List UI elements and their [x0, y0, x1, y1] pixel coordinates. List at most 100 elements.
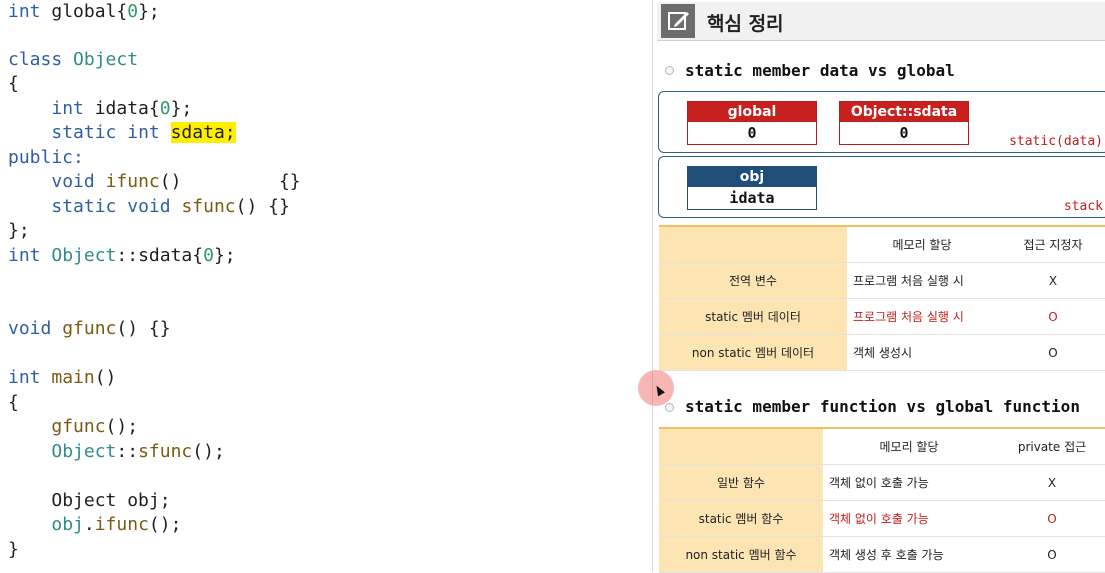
code-line-7: public:	[8, 146, 84, 170]
variable-value: 0	[899, 124, 909, 142]
number-literal: 0	[203, 245, 214, 266]
code-line-11: int Object::sdata{0};	[8, 244, 236, 268]
table-cell: 프로그램 처음 실행 시	[847, 262, 997, 299]
table-cell: static 멤버 함수	[659, 500, 823, 537]
code-text: };	[213, 245, 236, 266]
keyword: int	[8, 245, 41, 266]
code-text: ();	[105, 416, 139, 437]
function-name: gfunc	[51, 416, 106, 437]
table-cell: 객체 생성시	[847, 334, 997, 371]
highlighted-text: sdata;	[170, 122, 236, 143]
table-row: 전역 변수 프로그램 처음 실행 시 X	[659, 262, 1105, 299]
number-literal: 0	[127, 1, 139, 22]
static-memory-box: global 0 Object::sdata 0 static(data)	[658, 91, 1105, 153]
table-header-cell: 메모리 할당	[823, 427, 995, 465]
notes-header: 핵심 정리	[657, 2, 1105, 41]
code-text: () {}	[116, 318, 171, 339]
section-title-data: static member data vs global	[685, 61, 955, 80]
function-name: sfunc	[181, 196, 236, 217]
keyword: class	[8, 49, 63, 70]
stack-area-label: stack	[1063, 199, 1103, 214]
table-row: static 멤버 함수 객체 없이 호출 가능 O	[659, 500, 1105, 537]
code-text: Object obj;	[51, 490, 171, 511]
code-line-9: static void sfunc() {}	[8, 195, 290, 219]
table-row: non static 멤버 함수 객체 생성 후 호출 가능 O	[659, 536, 1105, 573]
function-comparison-table: 메모리 할당 private 접근 일반 함수 객체 없이 호출 가능 X st…	[659, 427, 1105, 573]
table-cell: O	[995, 536, 1105, 573]
code-text: };	[8, 220, 30, 241]
table-cell: non static 멤버 함수	[659, 536, 823, 573]
code-text: global{	[40, 1, 128, 22]
bullet-icon	[665, 403, 674, 412]
function-name: sfunc	[138, 441, 193, 462]
code-line-22: obj.ifunc();	[8, 513, 181, 537]
variable-value: 0	[747, 124, 757, 142]
code-text: () {}	[235, 196, 290, 217]
type-name: Object	[51, 245, 117, 266]
table-cell	[659, 427, 823, 465]
keyword: int	[51, 98, 84, 119]
code-line-19: Object::sfunc();	[8, 440, 225, 464]
code-line-4: {	[8, 72, 19, 96]
table-row: 일반 함수 객체 없이 호출 가능 X	[659, 464, 1105, 501]
table-cell: static 멤버 데이터	[659, 298, 847, 335]
variable-name: global	[688, 102, 816, 122]
notes-panel: 핵심 정리 static member data vs global globa…	[652, 0, 1105, 573]
code-line-1: int global{0};	[8, 0, 160, 24]
table-header-row: 메모리 할당 접근 지정자	[659, 225, 1105, 263]
data-comparison-table: 메모리 할당 접근 지정자 전역 변수 프로그램 처음 실행 시 X stati…	[659, 225, 1105, 371]
function-name: gfunc	[62, 318, 117, 339]
stack-memory-box: obj idata stack	[658, 156, 1105, 218]
section-title-function: static member function vs global functio…	[685, 397, 1080, 416]
keyword: public:	[8, 147, 84, 168]
code-text: () {}	[159, 171, 301, 192]
keyword: static	[51, 196, 117, 217]
keyword: static	[51, 122, 117, 143]
type-name: Object	[73, 49, 139, 70]
obj-variable-box: obj idata	[687, 166, 817, 210]
static-area-label: static(data)	[1009, 134, 1103, 149]
variable-value: idata	[729, 189, 775, 207]
table-row: static 멤버 데이터 프로그램 처음 실행 시 O	[659, 298, 1105, 335]
code-line-23: }	[8, 538, 19, 562]
function-name: ifunc	[105, 171, 160, 192]
code-text: }	[8, 539, 19, 560]
keyword: void	[51, 171, 95, 192]
type-name: Object	[51, 441, 117, 462]
code-line-21: Object obj;	[8, 489, 171, 513]
table-cell: 일반 함수	[659, 464, 823, 501]
sdata-variable-box: Object::sdata 0	[839, 101, 969, 145]
code-editor[interactable]: int global{0}; class Object { int idata{…	[0, 0, 640, 572]
code-text: ();	[192, 441, 225, 462]
bullet-icon	[665, 66, 674, 75]
code-text: };	[138, 1, 160, 22]
code-text: };	[170, 98, 193, 119]
code-line-5: int idata{0};	[8, 97, 192, 121]
code-text: .	[83, 514, 95, 535]
keyword: int	[127, 122, 160, 143]
code-line-8: void ifunc() {}	[8, 170, 301, 194]
edit-note-icon	[661, 4, 695, 38]
code-text: ::sdata{	[116, 245, 204, 266]
code-line-10: };	[8, 219, 30, 243]
keyword: int	[8, 1, 41, 22]
table-header-cell: 접근 지정자	[997, 225, 1105, 263]
variable-name: obj	[51, 514, 84, 535]
keyword: void	[127, 196, 171, 217]
code-line-18: gfunc();	[8, 415, 138, 439]
table-cell: 객체 생성 후 호출 가능	[823, 536, 995, 573]
table-header-row: 메모리 할당 private 접근	[659, 427, 1105, 465]
table-header-cell: private 접근	[995, 427, 1105, 465]
code-line-14: void gfunc() {}	[8, 317, 171, 341]
variable-name: obj	[688, 167, 816, 187]
variable-name: Object::sdata	[840, 102, 968, 122]
table-cell: 프로그램 처음 실행 시	[847, 298, 997, 335]
global-variable-box: global 0	[687, 101, 817, 145]
code-text: ()	[94, 367, 117, 388]
table-cell: X	[995, 464, 1105, 501]
code-text: idata{	[83, 98, 160, 119]
table-header-cell: 메모리 할당	[847, 225, 997, 263]
keyword: void	[8, 318, 52, 339]
table-cell: 객체 없이 호출 가능	[823, 500, 995, 537]
function-name: main	[51, 367, 95, 388]
